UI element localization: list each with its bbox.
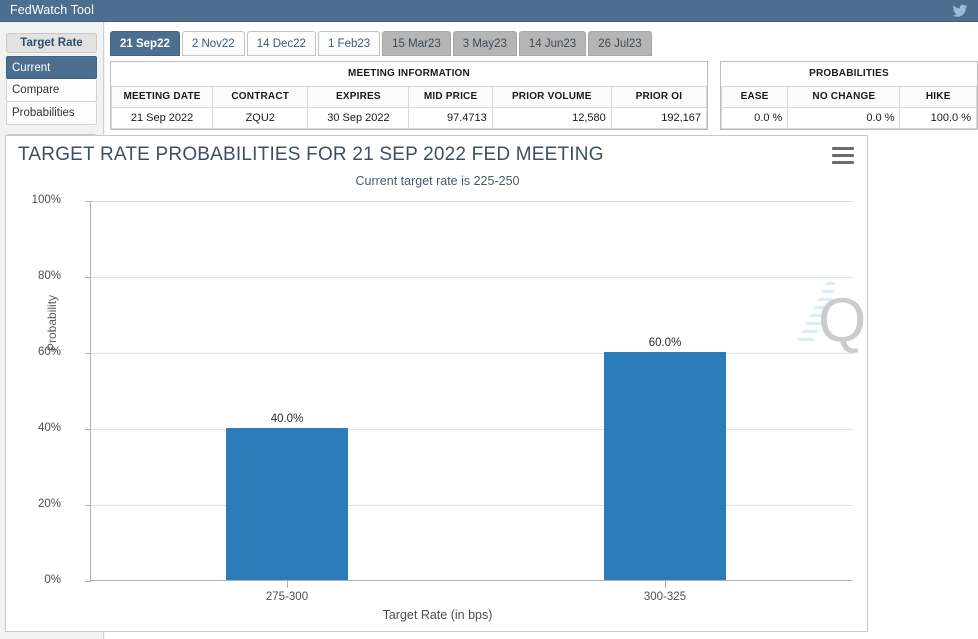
col-no-change: NO CHANGE bbox=[787, 85, 901, 108]
cell-prior-oi: 192,167 bbox=[610, 106, 708, 129]
table-header-row: MEETING DATE CONTRACT EXPIRES MID PRICE … bbox=[110, 85, 708, 108]
cell-mid-price: 97.4713 bbox=[408, 106, 493, 129]
xtick-label-300-325: 300-325 bbox=[643, 591, 687, 603]
table-row: 0.0 % 0.0 % 100.0 % bbox=[720, 106, 977, 129]
twitter-bird-icon[interactable] bbox=[951, 3, 969, 19]
tab-3-may23[interactable]: 3 May23 bbox=[452, 31, 517, 56]
tab-2-nov22[interactable]: 2 Nov22 bbox=[181, 31, 245, 56]
cell-prior-volume: 12,580 bbox=[491, 106, 612, 129]
col-contract: CONTRACT bbox=[212, 85, 309, 108]
meeting-information-panel: MEETING INFORMATION MEETING DATE CONTRAC… bbox=[110, 61, 708, 130]
meeting-information-table: MEETING INFORMATION MEETING DATE CONTRAC… bbox=[110, 62, 708, 129]
table-caption-row: PROBABILITIES bbox=[721, 62, 977, 87]
cell-expires: 30 Sep 2022 bbox=[307, 106, 410, 129]
app-title: FedWatch Tool bbox=[10, 3, 94, 17]
gridline-20 bbox=[91, 505, 853, 506]
sidebar-group-target-rate: Target Rate bbox=[6, 33, 97, 53]
meeting-information-caption: MEETING INFORMATION bbox=[111, 62, 707, 87]
hamburger-bar-3 bbox=[832, 161, 854, 164]
bar-275-300[interactable] bbox=[226, 428, 348, 580]
ytick-label-0: 0% bbox=[44, 574, 61, 586]
col-prior-volume: PRIOR VOLUME bbox=[491, 85, 612, 108]
target-rate-probabilities-chart: TARGET RATE PROBABILITIES FOR 21 SEP 202… bbox=[5, 135, 868, 632]
table-header-row: EASE NO CHANGE HIKE bbox=[720, 85, 977, 108]
chart-subtitle: Current target rate is 225-250 bbox=[355, 174, 520, 188]
cell-hike: 100.0 % bbox=[899, 106, 977, 129]
app-header: FedWatch Tool bbox=[0, 0, 978, 22]
tab-1-feb23[interactable]: 1 Feb23 bbox=[317, 31, 381, 56]
ytick-label-80: 80% bbox=[37, 270, 61, 282]
sidebar-item-probabilities[interactable]: Probabilities bbox=[6, 102, 97, 125]
summary-tables: MEETING INFORMATION MEETING DATE CONTRAC… bbox=[110, 61, 978, 130]
meeting-date-tabs: 21 Sep22 2 Nov22 14 Dec22 1 Feb23 15 Mar… bbox=[110, 31, 978, 56]
tab-15-mar23[interactable]: 15 Mar23 bbox=[382, 31, 451, 56]
sidebar-item-compare[interactable]: Compare bbox=[6, 79, 97, 102]
hamburger-menu-icon[interactable] bbox=[832, 147, 854, 164]
probabilities-table: PROBABILITIES EASE NO CHANGE HIKE 0.0 % … bbox=[720, 62, 977, 129]
ytick-label-40: 40% bbox=[37, 422, 61, 434]
table-caption-row: MEETING INFORMATION bbox=[111, 62, 707, 87]
hamburger-bar-2 bbox=[832, 154, 854, 157]
x-axis-label: Target Rate (in bps) bbox=[382, 608, 493, 622]
bar-value-275-300: 40.0% bbox=[270, 413, 304, 425]
col-hike: HIKE bbox=[899, 85, 977, 108]
col-mid-price: MID PRICE bbox=[408, 85, 493, 108]
gridline-40 bbox=[91, 429, 853, 430]
chart-title: TARGET RATE PROBABILITIES FOR 21 SEP 202… bbox=[18, 144, 604, 165]
probabilities-panel: PROBABILITIES EASE NO CHANGE HIKE 0.0 % … bbox=[720, 61, 978, 130]
tab-26-jul23[interactable]: 26 Jul23 bbox=[588, 31, 652, 56]
gridline-100 bbox=[91, 201, 853, 202]
hamburger-bar-1 bbox=[832, 147, 854, 150]
tab-21-sep22[interactable]: 21 Sep22 bbox=[110, 31, 180, 56]
bar-value-300-325: 60.0% bbox=[648, 337, 682, 349]
col-expires: EXPIRES bbox=[307, 85, 410, 108]
table-row: 21 Sep 2022 ZQU2 30 Sep 2022 97.4713 12,… bbox=[110, 106, 708, 129]
tab-14-dec22[interactable]: 14 Dec22 bbox=[246, 31, 316, 56]
col-ease: EASE bbox=[720, 85, 789, 108]
xtick-label-275-300: 275-300 bbox=[265, 591, 309, 603]
tab-14-jun23[interactable]: 14 Jun23 bbox=[518, 31, 587, 56]
cell-meeting-date: 21 Sep 2022 bbox=[110, 106, 214, 129]
ytick-label-20: 20% bbox=[37, 498, 61, 510]
col-prior-oi: PRIOR OI bbox=[610, 85, 708, 108]
col-meeting-date: MEETING DATE bbox=[110, 85, 214, 108]
ytick-label-100: 100% bbox=[31, 194, 61, 206]
bar-300-325[interactable] bbox=[604, 352, 726, 580]
probabilities-caption: PROBABILITIES bbox=[721, 62, 977, 87]
cell-ease: 0.0 % bbox=[720, 106, 789, 129]
chart-plot-area: 100% 80% 60% 40% 20% 0% Probability 40.0… bbox=[32, 194, 853, 603]
y-axis-label: Probability bbox=[45, 294, 59, 351]
gridline-80 bbox=[91, 277, 853, 278]
fedwatch-app: FedWatch Tool Target Rate Current Compar… bbox=[0, 0, 978, 639]
gridline-60 bbox=[91, 353, 853, 354]
cell-no-change: 0.0 % bbox=[787, 106, 901, 129]
sidebar-item-current[interactable]: Current bbox=[6, 56, 97, 79]
cell-contract: ZQU2 bbox=[212, 106, 309, 129]
